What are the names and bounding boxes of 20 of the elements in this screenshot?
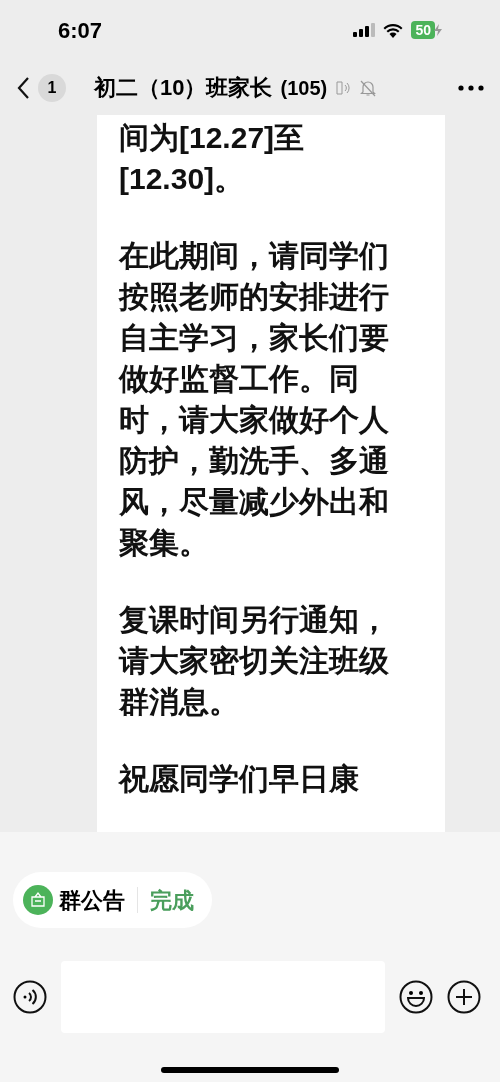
more-icon[interactable] [458,84,484,91]
message-paragraph: 在此期间，请同学们 按照老师的安排进行 自主学习，家长们要 做好监督工作。同 时，请大家做好个人 防护，勤洗手、多通 风，尽量减少外出和 聚集。 [119,238,390,561]
emoji-icon[interactable] [399,980,433,1014]
voice-input-icon[interactable] [13,980,47,1014]
announcement-chip[interactable]: 群公告 完成 [13,872,212,928]
message-paragraph: 祝愿同学们早日康 [119,761,360,797]
member-count: (105) [280,75,328,101]
unread-count: 1 [38,73,66,102]
chat-title: 初二（10）班家长 [94,74,273,102]
wifi-icon [383,22,404,38]
message-paragraph: 间为[12.27]至 [12.30]。 [119,120,306,197]
battery-level: 50 [411,21,435,39]
message-paragraph: 复课时间另行通知， 请大家密切关注班级 群消息。 [119,602,390,720]
voice-icon [335,79,352,96]
add-icon[interactable] [447,980,481,1014]
signal-icon [353,23,376,37]
announcement-label: 群公告 [59,886,125,915]
back-icon[interactable] [16,75,30,100]
status-time: 6:07 [58,16,103,45]
announcement-icon [23,885,53,915]
